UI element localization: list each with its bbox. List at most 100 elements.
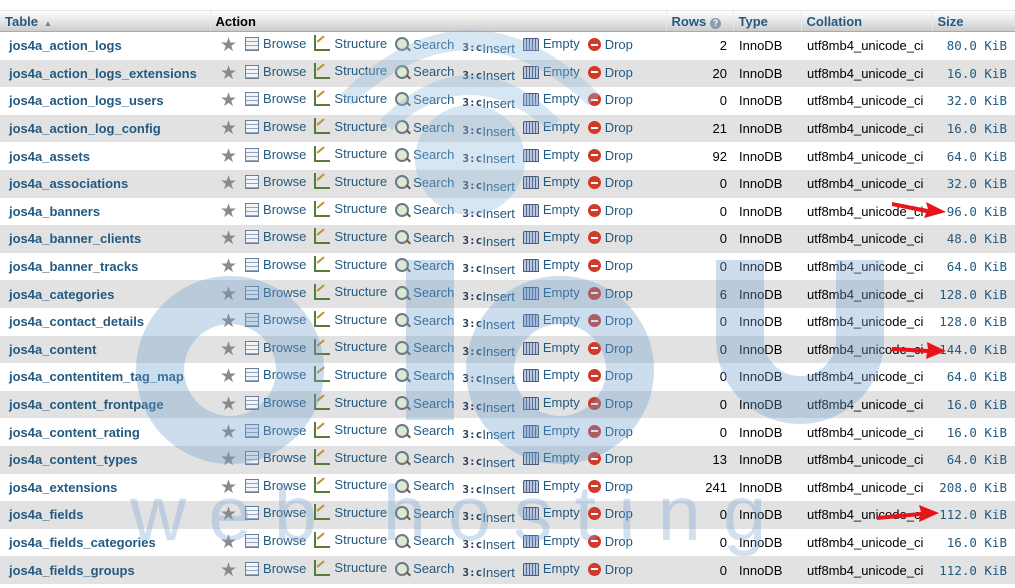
table-row[interactable]: jos4a_action_log_config ★ Browse Structure S… [0,114,1015,143]
insert-button[interactable]: 3:c Insert [462,371,515,387]
table-size-link[interactable]: 128.0 KiB [932,307,1015,336]
browse-button[interactable]: Browse [245,257,306,273]
drop-button[interactable]: Drop [587,37,633,52]
table-name-link[interactable]: jos4a_content [0,335,210,364]
search-button[interactable]: Search [395,478,454,493]
table-size-link[interactable]: 16.0 KiB [932,59,1015,88]
favorite-star-icon[interactable]: ★ [220,477,237,498]
table-name-link[interactable]: jos4a_content_rating [0,418,210,446]
table-name-link[interactable]: jos4a_fields [0,501,210,529]
favorite-star-icon[interactable]: ★ [220,118,237,139]
search-button[interactable]: Search [395,230,454,245]
table-column-header[interactable]: Table ▲ [0,11,211,32]
table-size-link[interactable]: 32.0 KiB [932,87,1015,115]
search-button[interactable]: Search [395,202,454,217]
browse-button[interactable]: Browse [245,395,306,411]
drop-button[interactable]: Drop [587,562,633,577]
structure-button[interactable]: Structure [314,283,387,300]
empty-button[interactable]: Empty [522,257,580,273]
browse-button[interactable]: Browse [245,202,306,217]
favorite-star-icon[interactable]: ★ [220,394,237,415]
table-row[interactable]: jos4a_banner_clients ★ Browse Structure Sear… [0,225,1015,253]
table-name-link[interactable]: jos4a_banners [0,197,210,226]
empty-button[interactable]: Empty [522,340,580,355]
drop-button[interactable]: Drop [587,203,633,218]
search-button[interactable]: Search [395,396,454,411]
drop-button[interactable]: Drop [587,451,633,466]
insert-button[interactable]: 3:c Insert [462,206,515,222]
search-button[interactable]: Search [395,147,454,162]
table-size-link[interactable]: 64.0 KiB [932,252,1015,281]
insert-button[interactable]: 3:c Insert [462,454,515,470]
table-name-link[interactable]: jos4a_contact_details [0,307,210,336]
table-size-link[interactable]: 48.0 KiB [932,225,1015,253]
insert-button[interactable]: 3:c Insert [462,316,515,332]
search-button[interactable]: Search [395,258,454,273]
table-size-link[interactable]: 64.0 KiB [932,142,1015,170]
drop-button[interactable]: Drop [587,65,633,80]
empty-button[interactable]: Empty [522,367,580,383]
favorite-star-icon[interactable]: ★ [220,560,237,581]
drop-button[interactable]: Drop [587,396,633,411]
insert-button[interactable]: 3:c Insert [462,565,515,581]
empty-button[interactable]: Empty [522,119,580,135]
table-row[interactable]: jos4a_banner_tracks ★ Browse Structure Searc… [0,252,1015,281]
structure-button[interactable]: Structure [314,200,387,217]
favorite-star-icon[interactable]: ★ [220,422,237,443]
browse-button[interactable]: Browse [245,312,306,328]
search-button[interactable]: Search [395,37,454,52]
insert-button[interactable]: 3:c Insert [462,95,515,111]
structure-button[interactable]: Structure [314,228,387,245]
table-size-link[interactable]: 64.0 KiB [932,445,1015,474]
drop-button[interactable]: Drop [587,120,633,135]
drop-button[interactable]: Drop [587,506,633,521]
structure-button[interactable]: Structure [314,62,387,79]
empty-button[interactable]: Empty [522,91,580,107]
structure-button[interactable]: Structure [314,366,387,383]
browse-button[interactable]: Browse [245,505,306,521]
insert-button[interactable]: 3:c Insert [462,123,515,139]
size-column-header[interactable]: Size [932,11,1015,32]
search-button[interactable]: Search [395,368,454,383]
drop-button[interactable]: Drop [587,148,633,163]
search-button[interactable]: Search [395,533,454,548]
structure-button[interactable]: Structure [314,35,387,52]
empty-button[interactable]: Empty [522,147,580,162]
insert-button[interactable]: 3:c Insert [462,178,515,194]
browse-button[interactable]: Browse [245,285,306,300]
table-name-link[interactable]: jos4a_content_frontpage [0,390,210,419]
table-row[interactable]: jos4a_extensions ★ Browse Structure Search 3:… [0,473,1015,502]
search-button[interactable]: Search [395,120,454,135]
drop-button[interactable]: Drop [587,534,633,549]
empty-button[interactable]: Empty [522,174,580,190]
table-size-link[interactable]: 112.0 KiB [932,501,1015,529]
browse-button[interactable]: Browse [245,64,306,79]
favorite-star-icon[interactable]: ★ [220,63,237,84]
structure-button[interactable]: Structure [314,559,387,576]
drop-button[interactable]: Drop [587,424,633,439]
insert-button[interactable]: 3:c Insert [462,427,515,443]
browse-button[interactable]: Browse [245,36,306,52]
drop-button[interactable]: Drop [587,230,633,245]
favorite-star-icon[interactable]: ★ [220,35,237,56]
collation-column-header[interactable]: Collation [801,11,933,32]
table-row[interactable]: jos4a_fields_categories ★ Browse Structure S… [0,528,1015,557]
browse-button[interactable]: Browse [245,450,306,466]
table-name-link[interactable]: jos4a_action_log_config [0,114,210,143]
table-size-link[interactable]: 16.0 KiB [932,528,1015,557]
structure-button[interactable]: Structure [314,118,387,135]
table-row[interactable]: jos4a_action_logs ★ Browse Structure Search 3… [0,31,1015,60]
search-button[interactable]: Search [395,313,454,328]
empty-button[interactable]: Empty [522,36,580,52]
table-size-link[interactable]: 144.0 KiB [932,335,1015,364]
empty-button[interactable]: Empty [522,229,580,245]
drop-button[interactable]: Drop [587,258,633,273]
table-row[interactable]: jos4a_action_logs_users ★ Browse Structure S… [0,87,1015,115]
table-size-link[interactable]: 80.0 KiB [932,31,1015,60]
empty-button[interactable]: Empty [522,395,580,411]
insert-button[interactable]: 3:c Insert [462,344,515,360]
table-size-link[interactable]: 16.0 KiB [932,390,1015,419]
table-row[interactable]: jos4a_content_types ★ Browse Structure Searc… [0,445,1015,474]
browse-button[interactable]: Browse [245,340,306,355]
structure-button[interactable]: Structure [314,311,387,328]
